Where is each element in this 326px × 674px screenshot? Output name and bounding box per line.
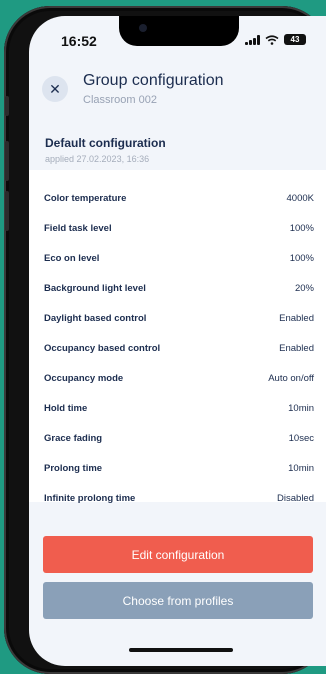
setting-row: Infinite prolong time Disabled <box>29 484 326 514</box>
config-applied: applied 27.02.2023, 16:36 <box>45 154 150 164</box>
config-title: Default configuration <box>45 136 166 150</box>
setting-value: 100% <box>289 223 314 234</box>
setting-label: Eco on level <box>44 253 100 264</box>
setting-label: Occupancy based control <box>44 343 161 354</box>
camera-icon <box>139 24 147 32</box>
close-icon: ✕ <box>49 80 61 97</box>
setting-value: 20% <box>294 283 314 294</box>
setting-value: 10min <box>288 403 314 414</box>
choose-from-profiles-button[interactable]: Choose from profiles <box>43 582 313 619</box>
edit-configuration-button[interactable]: Edit configuration <box>43 536 313 573</box>
volume-up-button <box>5 141 9 181</box>
wifi-icon <box>265 34 279 45</box>
setting-row: Eco on level 100% <box>29 244 326 274</box>
setting-row: Occupancy mode Auto on/off <box>29 364 326 394</box>
page-header: ✕ Group configuration Classroom 002 <box>29 56 326 116</box>
setting-value: Enabled <box>279 313 314 324</box>
setting-value: Enabled <box>279 343 314 354</box>
setting-value: Disabled <box>277 493 314 504</box>
status-icons: 43 <box>245 34 306 45</box>
setting-row: Grace fading 10sec <box>29 424 326 454</box>
setting-row: Background light level 20% <box>29 274 326 304</box>
volume-down-button <box>5 191 9 231</box>
setting-row: Field task level 100% <box>29 214 326 244</box>
settings-list: Color temperature 4000K Field task level 1… <box>29 170 326 504</box>
setting-label: Daylight based control <box>44 313 147 324</box>
mute-switch <box>5 96 9 116</box>
status-bar: 16:52 43 <box>29 16 326 56</box>
setting-row: Occupancy based control Enabled <box>29 334 326 364</box>
page-subtitle: Classroom 002 <box>83 94 157 106</box>
setting-row: Daylight based control Enabled <box>29 304 326 334</box>
home-indicator[interactable] <box>129 648 233 652</box>
config-header: Default configuration applied 27.02.2023… <box>29 118 326 170</box>
setting-row: Color temperature 4000K <box>29 184 326 214</box>
setting-value: 100% <box>289 253 314 264</box>
setting-row: Hold time 10min <box>29 394 326 424</box>
setting-label: Field task level <box>44 223 112 234</box>
setting-row: Prolong time 10min <box>29 454 326 484</box>
signal-icon <box>245 34 260 45</box>
app-screen: 16:52 43 ✕ Group configuration Classroom… <box>29 16 326 666</box>
setting-value: 10min <box>288 463 314 474</box>
battery-icon: 43 <box>284 34 306 45</box>
setting-value: 10sec <box>288 433 314 444</box>
setting-label: Infinite prolong time <box>44 493 136 504</box>
page-title: Group configuration <box>83 72 224 89</box>
setting-label: Background light level <box>44 283 146 294</box>
notch <box>119 16 239 46</box>
setting-label: Prolong time <box>44 463 103 474</box>
setting-label: Grace fading <box>44 433 103 444</box>
setting-value: 4000K <box>286 193 314 204</box>
setting-label: Hold time <box>44 403 88 414</box>
close-button[interactable]: ✕ <box>42 76 68 102</box>
status-time: 16:52 <box>61 33 97 49</box>
setting-value: Auto on/off <box>268 373 314 384</box>
setting-label: Occupancy mode <box>44 373 124 384</box>
setting-label: Color temperature <box>44 193 127 204</box>
